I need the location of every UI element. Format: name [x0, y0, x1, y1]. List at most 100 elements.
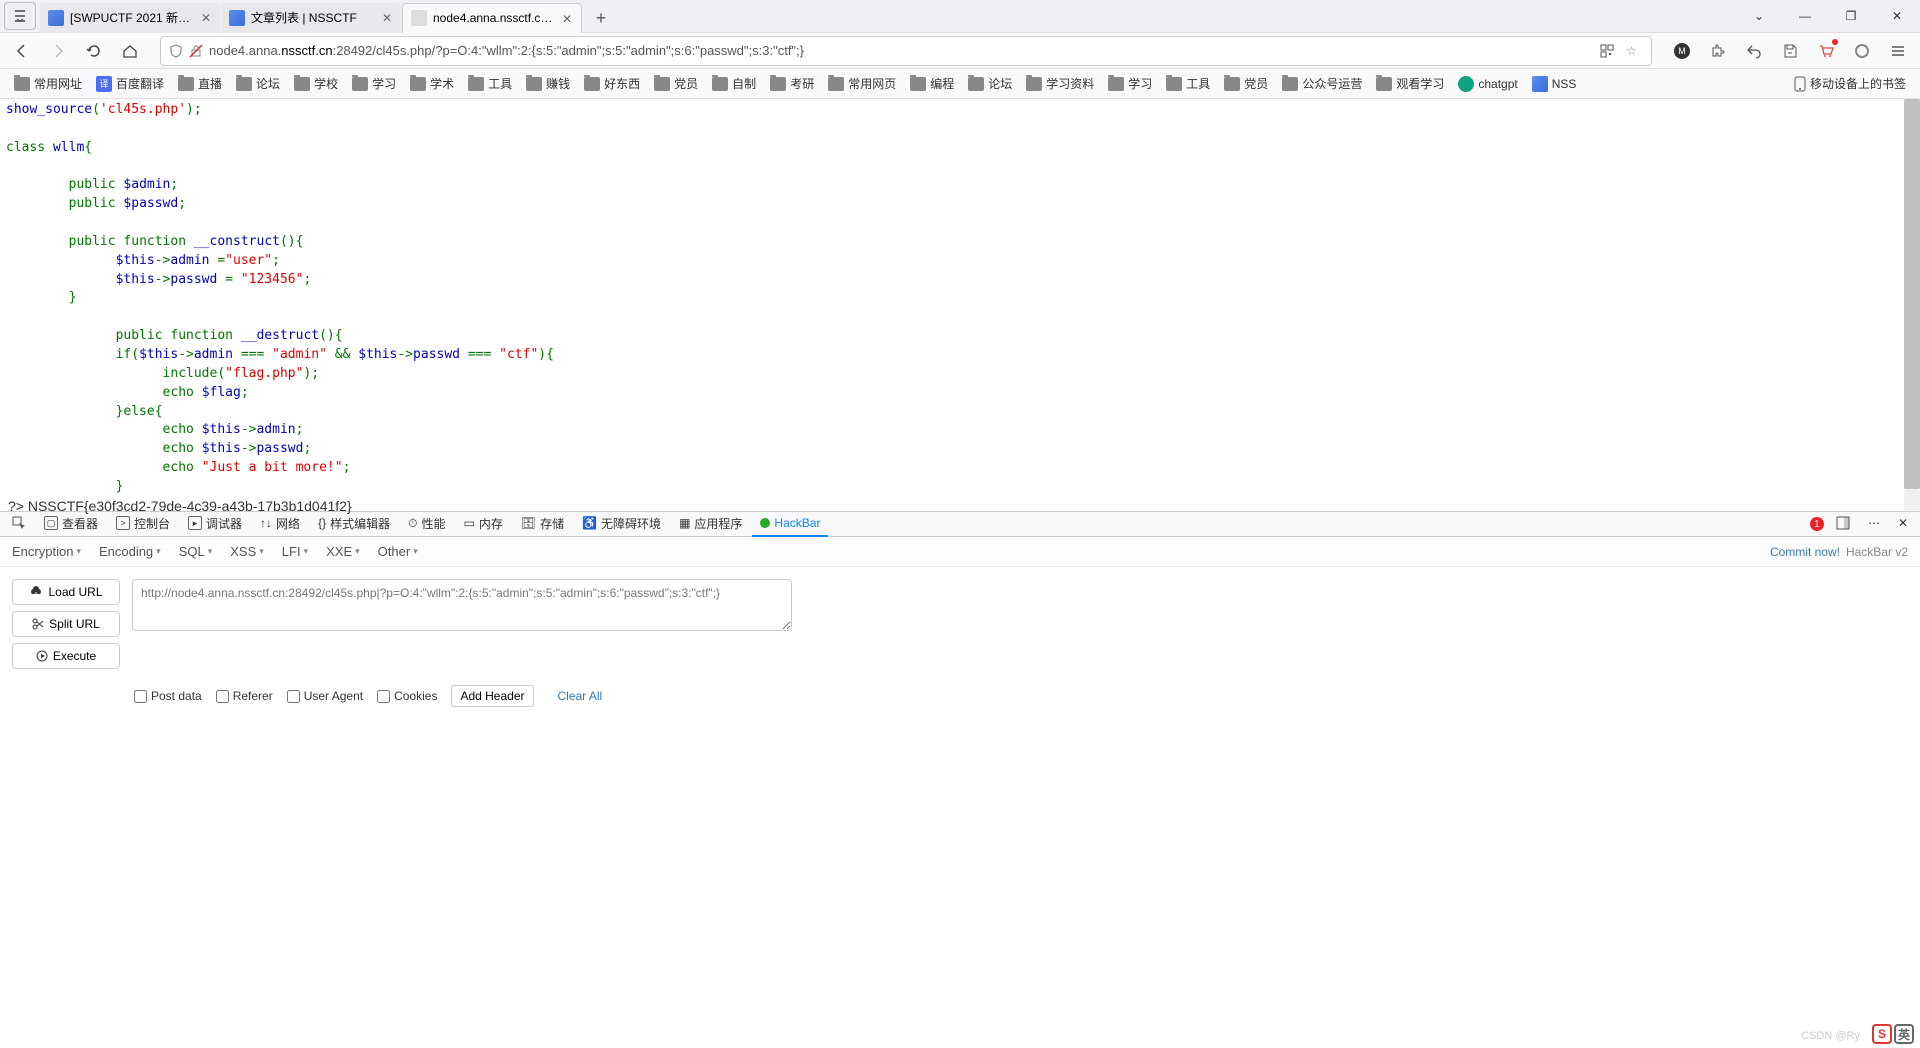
- scrollbar-thumb[interactable]: [1904, 99, 1920, 489]
- styles-icon: {}: [318, 516, 326, 530]
- bookmark-item[interactable]: NSS: [1526, 72, 1583, 96]
- ext-circle-icon[interactable]: [1848, 37, 1876, 65]
- tab-3[interactable]: node4.anna.nssctf.cn:28492/cl45 ✕: [402, 3, 582, 33]
- tab-close-icon[interactable]: ✕: [198, 10, 214, 26]
- hackbar-version: HackBar v2: [1846, 545, 1908, 559]
- split-url-button[interactable]: Split URL: [12, 611, 120, 637]
- folder-icon: [352, 77, 368, 91]
- minimize-icon[interactable]: —: [1782, 0, 1828, 32]
- execute-button[interactable]: Execute: [12, 643, 120, 669]
- bookmark-item[interactable]: 自制: [706, 71, 762, 96]
- hackbar-panel: Encryption Encoding SQL XSS LFI XXE Othe…: [0, 537, 1920, 715]
- new-tab-button[interactable]: +: [587, 5, 615, 33]
- ime-indicator[interactable]: S 英: [1872, 1020, 1920, 1048]
- folder-icon: [526, 77, 542, 91]
- bookmark-item[interactable]: 党员: [1218, 71, 1274, 96]
- bookmark-item[interactable]: 赚钱: [520, 71, 576, 96]
- bookmark-item[interactable]: 观看学习: [1370, 71, 1450, 96]
- folder-icon: [178, 77, 194, 91]
- hackbar-icon: [760, 518, 770, 528]
- close-icon[interactable]: ✕: [1874, 0, 1920, 32]
- folder-icon: [1108, 77, 1124, 91]
- hackbar-xss-menu[interactable]: XSS: [230, 544, 264, 559]
- ext-puzzle-icon[interactable]: [1704, 37, 1732, 65]
- site-icon: [1458, 76, 1474, 92]
- bookmark-item[interactable]: 论坛: [230, 71, 286, 96]
- ext-cart-icon[interactable]: [1812, 37, 1840, 65]
- bookmark-item[interactable]: 公众号运营: [1276, 71, 1368, 96]
- hackbar-xxe-menu[interactable]: XXE: [326, 544, 360, 559]
- network-icon: ↑↓: [260, 516, 272, 530]
- back-button[interactable]: [8, 37, 36, 65]
- folder-icon: [468, 77, 484, 91]
- reload-button[interactable]: [80, 37, 108, 65]
- maximize-icon[interactable]: ❐: [1828, 0, 1874, 32]
- app-menu-button[interactable]: [1884, 37, 1912, 65]
- useragent-checkbox[interactable]: User Agent: [287, 689, 363, 703]
- tab-close-icon[interactable]: ✕: [559, 11, 575, 27]
- bookmark-item[interactable]: 学习: [1102, 71, 1158, 96]
- bookmark-item[interactable]: 学术: [404, 71, 460, 96]
- cookies-checkbox[interactable]: Cookies: [377, 689, 437, 703]
- bookmark-item[interactable]: 工具: [1160, 71, 1216, 96]
- tab-close-icon[interactable]: ✕: [379, 10, 395, 26]
- bookmark-item[interactable]: 工具: [462, 71, 518, 96]
- bookmark-item[interactable]: 学习资料: [1020, 71, 1100, 96]
- hackbar-sql-menu[interactable]: SQL: [179, 544, 213, 559]
- mobile-bookmarks-button[interactable]: 移动设备上的书签: [1788, 71, 1912, 96]
- tab-label: node4.anna.nssctf.cn:28492/cl45: [433, 11, 553, 25]
- bookmark-item[interactable]: 编程: [904, 71, 960, 96]
- qr-icon[interactable]: [1600, 44, 1614, 58]
- bookmark-item[interactable]: 直播: [172, 71, 228, 96]
- postdata-checkbox[interactable]: Post data: [134, 689, 202, 703]
- ext-save-icon[interactable]: [1776, 37, 1804, 65]
- bookmark-item[interactable]: 常用网页: [822, 71, 902, 96]
- favicon-icon: [229, 10, 245, 26]
- tab-2[interactable]: 文章列表 | NSSCTF ✕: [221, 3, 401, 33]
- tab-label: 文章列表 | NSSCTF: [251, 9, 357, 26]
- hackbar-lfi-menu[interactable]: LFI: [282, 544, 308, 559]
- hackbar-encryption-menu[interactable]: Encryption: [12, 544, 81, 559]
- hackbar-encoding-menu[interactable]: Encoding: [99, 544, 161, 559]
- bookmark-item[interactable]: 学校: [288, 71, 344, 96]
- clear-all-link[interactable]: Clear All: [558, 689, 603, 703]
- debugger-icon: ▸: [188, 516, 202, 530]
- svg-text:M: M: [1678, 46, 1686, 56]
- flag-output: ?> NSSCTF{e30f3cd2-79de-4c39-a43b-17b3b1…: [0, 494, 1920, 518]
- tab-strip: [SWPUCTF 2021 新生赛]ez_u ✕ 文章列表 | NSSCTF ✕…: [40, 0, 1736, 33]
- bookmark-item[interactable]: 译百度翻译: [90, 71, 170, 96]
- tab-1[interactable]: [SWPUCTF 2021 新生赛]ez_u ✕: [40, 3, 220, 33]
- bookmark-item[interactable]: 论坛: [962, 71, 1018, 96]
- load-url-button[interactable]: Load URL: [12, 579, 120, 605]
- page-content: show_source('cl45s.php'); class wllm{ pu…: [0, 99, 1920, 511]
- apps-icon: ▦: [679, 516, 690, 530]
- hackbar-other-menu[interactable]: Other: [378, 544, 418, 559]
- chevron-down-icon[interactable]: ⌄: [1736, 0, 1782, 32]
- referer-checkbox[interactable]: Referer: [216, 689, 273, 703]
- bookmark-item[interactable]: 好东西: [578, 71, 646, 96]
- bookmark-item[interactable]: chatgpt: [1452, 72, 1523, 96]
- bookmark-star-icon[interactable]: ☆: [1626, 44, 1637, 58]
- hackbar-url-input[interactable]: [132, 579, 792, 631]
- bookmark-item[interactable]: 考研: [764, 71, 820, 96]
- ext-undo-icon[interactable]: [1740, 37, 1768, 65]
- folder-icon: [584, 77, 600, 91]
- address-bar[interactable]: node4.anna.nssctf.cn:28492/cl45s.php/?p=…: [160, 36, 1652, 66]
- php-source-code: show_source('cl45s.php'); class wllm{ pu…: [0, 99, 1920, 494]
- folder-icon: [1166, 77, 1182, 91]
- nav-toolbar: node4.anna.nssctf.cn:28492/cl45s.php/?p=…: [0, 33, 1920, 69]
- tab-list-button[interactable]: [4, 2, 36, 30]
- bookmark-item[interactable]: 学习: [346, 71, 402, 96]
- add-header-button[interactable]: Add Header: [451, 685, 533, 707]
- home-button[interactable]: [116, 37, 144, 65]
- hackbar-commit-link[interactable]: Commit now!: [1770, 545, 1840, 559]
- bookmark-item[interactable]: 党员: [648, 71, 704, 96]
- url-text: node4.anna.nssctf.cn:28492/cl45s.php/?p=…: [209, 43, 1594, 58]
- forward-button[interactable]: [44, 37, 72, 65]
- error-count-badge[interactable]: 1: [1810, 517, 1824, 531]
- console-icon: >: [116, 516, 130, 530]
- ext-icon-1[interactable]: M: [1668, 37, 1696, 65]
- folder-icon: [1026, 77, 1042, 91]
- bookmark-item[interactable]: 常用网址: [8, 71, 88, 96]
- folder-icon: [712, 77, 728, 91]
